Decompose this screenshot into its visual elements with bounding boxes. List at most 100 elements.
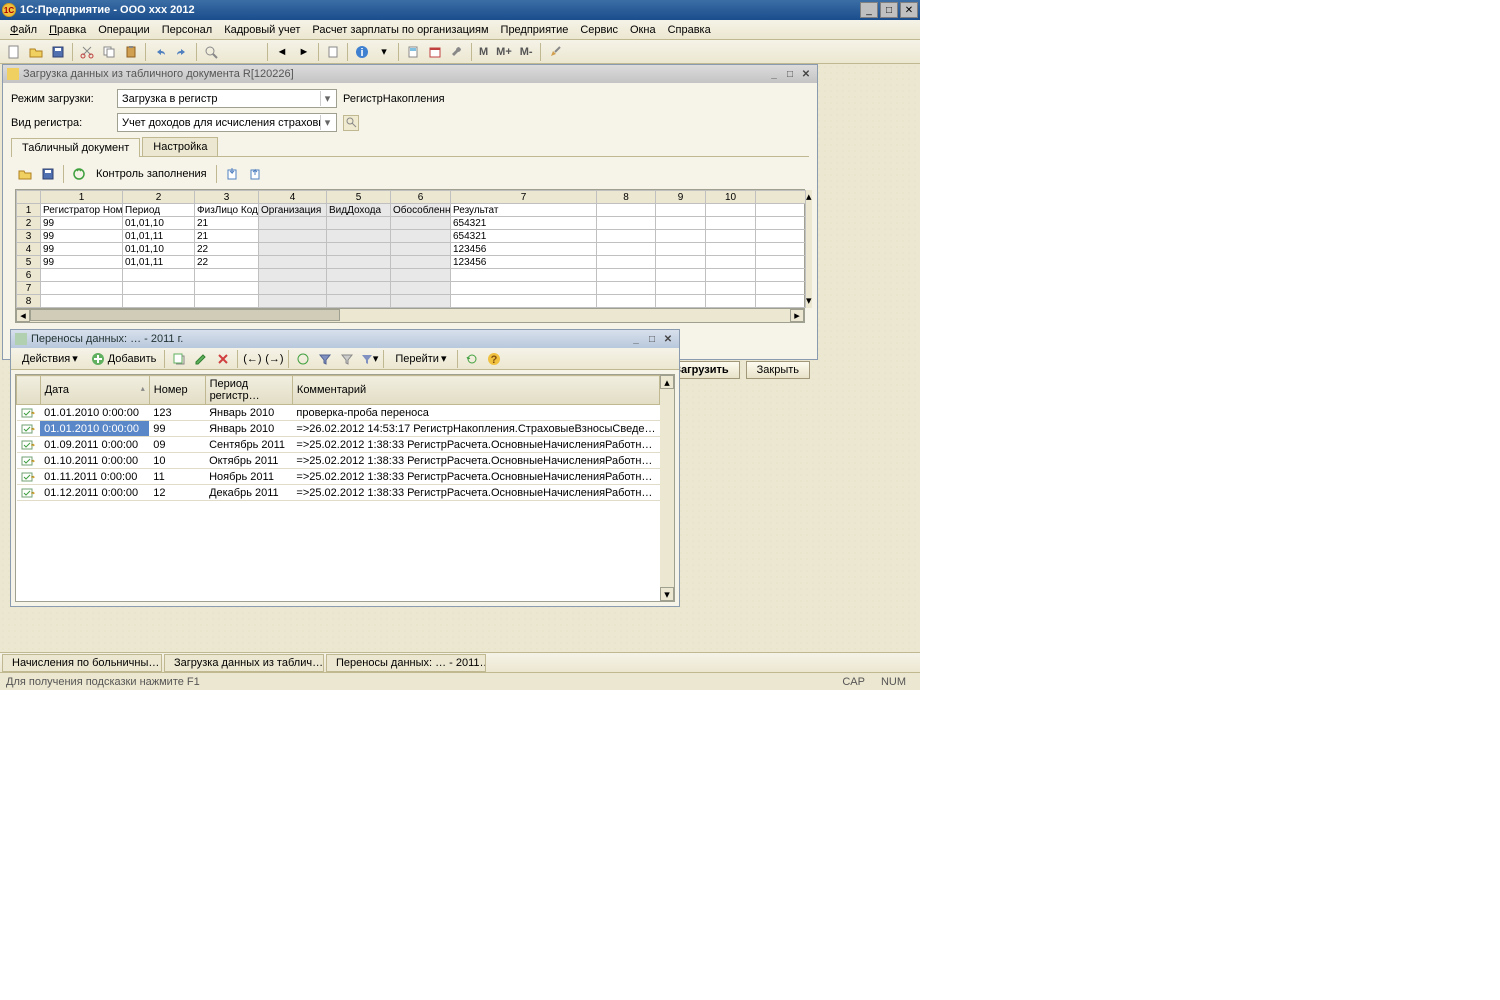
sheet-cell[interactable]: 654321: [451, 217, 597, 230]
sheet-cell[interactable]: 22: [195, 256, 259, 269]
menu-personnel[interactable]: Персонал: [156, 22, 219, 38]
sheet-cell[interactable]: [656, 243, 706, 256]
sheet-header-cell[interactable]: Организация: [259, 204, 327, 217]
sheet-cell[interactable]: [259, 217, 327, 230]
sheet-cell[interactable]: [656, 217, 706, 230]
check-fill-button[interactable]: Контроль заполнения: [92, 168, 211, 180]
sheet-cell[interactable]: [656, 282, 706, 295]
sheet-cell[interactable]: 21: [195, 230, 259, 243]
sheet-cell[interactable]: [597, 230, 656, 243]
redo-icon[interactable]: [172, 42, 192, 62]
sheet-cell[interactable]: [123, 282, 195, 295]
grid-scrollbar-v[interactable]: ▴ ▾: [660, 375, 674, 601]
sheet-cell[interactable]: [391, 256, 451, 269]
dropdown-icon[interactable]: ▾: [374, 42, 394, 62]
chevron-down-icon[interactable]: ▾: [320, 115, 334, 130]
sheet-cell[interactable]: [597, 256, 656, 269]
sheet-cell[interactable]: 01,01,10: [123, 217, 195, 230]
sheet-cell[interactable]: [656, 230, 706, 243]
save-file-icon[interactable]: [38, 164, 58, 184]
col-header[interactable]: 10: [706, 191, 756, 204]
sheet-cell[interactable]: [656, 269, 706, 282]
m-minus-button[interactable]: M-: [517, 46, 536, 58]
brush-icon[interactable]: [545, 42, 565, 62]
sheet-header-cell[interactable]: ОбособленноеПодразделение: [391, 204, 451, 217]
sheet-cell[interactable]: 99: [41, 230, 123, 243]
paste-icon[interactable]: [121, 42, 141, 62]
sheet-cell[interactable]: [706, 269, 756, 282]
close-loader-button[interactable]: Закрыть: [746, 361, 810, 379]
sheet-cell[interactable]: [327, 269, 391, 282]
sheet-cell[interactable]: [327, 217, 391, 230]
sheet-cell[interactable]: 654321: [451, 230, 597, 243]
scroll-up-icon[interactable]: ▴: [806, 190, 812, 204]
sheet-cell[interactable]: [451, 282, 597, 295]
transfer-maximize-button[interactable]: □: [645, 333, 659, 346]
col-header[interactable]: 9: [656, 191, 706, 204]
sheet-cell[interactable]: [41, 282, 123, 295]
sheet-cell[interactable]: [391, 269, 451, 282]
refresh-list-icon[interactable]: [293, 349, 313, 369]
scroll-down-icon[interactable]: ▾: [806, 294, 812, 308]
sheet-cell[interactable]: 01,01,10: [123, 243, 195, 256]
sheet-cell[interactable]: 123456: [451, 243, 597, 256]
sheet-cell[interactable]: [451, 295, 597, 308]
col-header[interactable]: 3: [195, 191, 259, 204]
sheet-cell[interactable]: [391, 230, 451, 243]
sheet-cell[interactable]: [195, 282, 259, 295]
task-loader[interactable]: Загрузка данных из таблич…: [164, 654, 324, 672]
open-icon[interactable]: [26, 42, 46, 62]
sheet-cell[interactable]: [597, 269, 656, 282]
transfer-grid[interactable]: Дата▴НомерПериод регистр…Комментарий01.0…: [15, 374, 675, 602]
sheet-cell[interactable]: 123456: [451, 256, 597, 269]
sheet-cell[interactable]: [259, 295, 327, 308]
import-icon[interactable]: [222, 164, 242, 184]
actions-button[interactable]: Действия▾: [15, 349, 85, 368]
task-sickleave[interactable]: Начисления по больничны…: [2, 654, 162, 672]
col-header[interactable]: 8: [597, 191, 656, 204]
info-icon[interactable]: i: [352, 42, 372, 62]
grid-column-header[interactable]: Дата▴: [40, 376, 149, 405]
scroll-right-icon[interactable]: ▸: [790, 309, 804, 322]
col-header[interactable]: 7: [451, 191, 597, 204]
sheet-cell[interactable]: [123, 269, 195, 282]
find-icon[interactable]: [201, 42, 221, 62]
sheet-cell[interactable]: [597, 217, 656, 230]
sheet-header-cell[interactable]: [706, 204, 756, 217]
move-left-icon[interactable]: (←): [242, 349, 262, 369]
sheet-cell[interactable]: [327, 230, 391, 243]
sheet-cell[interactable]: [391, 243, 451, 256]
export-icon[interactable]: [245, 164, 265, 184]
chevron-down-icon[interactable]: ▾: [320, 91, 334, 106]
sheet-cell[interactable]: [259, 256, 327, 269]
sheet-header-cell[interactable]: ВидДохода: [327, 204, 391, 217]
sheet-cell[interactable]: [327, 256, 391, 269]
mode-link[interactable]: РегистрНакопления: [343, 93, 445, 105]
sheet-header-cell[interactable]: [656, 204, 706, 217]
sheet-cell[interactable]: [259, 243, 327, 256]
grid-column-header[interactable]: Номер: [149, 376, 205, 405]
sheet-cell[interactable]: [259, 230, 327, 243]
loader-maximize-button[interactable]: □: [783, 68, 797, 81]
help-icon[interactable]: ?: [484, 349, 504, 369]
mode-combo[interactable]: Загрузка в регистр▾: [117, 89, 337, 108]
reg-combo[interactable]: Учет доходов для исчисления страховых▾: [117, 113, 337, 132]
sheet-cell[interactable]: 21: [195, 217, 259, 230]
sheet-cell[interactable]: [706, 282, 756, 295]
sheet-cell[interactable]: [259, 282, 327, 295]
sheet-header-cell[interactable]: Период: [123, 204, 195, 217]
nav-fwd-icon[interactable]: ►: [294, 42, 314, 62]
sheet-cell[interactable]: 22: [195, 243, 259, 256]
spreadsheet[interactable]: 123456789101Регистратор НомПериодФизЛицо…: [15, 189, 805, 323]
loader-close-button[interactable]: ✕: [799, 68, 813, 81]
sheet-cell[interactable]: [195, 269, 259, 282]
sheet-cell[interactable]: [327, 243, 391, 256]
clipboard-icon[interactable]: [323, 42, 343, 62]
transfer-titlebar[interactable]: Переносы данных: … - 2011 г. _ □ ✕: [11, 330, 679, 348]
col-header[interactable]: 2: [123, 191, 195, 204]
sheet-cell[interactable]: [391, 295, 451, 308]
reload-icon[interactable]: [462, 349, 482, 369]
new-icon[interactable]: [4, 42, 24, 62]
sheet-cell[interactable]: 01,01,11: [123, 230, 195, 243]
sheet-cell[interactable]: 99: [41, 256, 123, 269]
